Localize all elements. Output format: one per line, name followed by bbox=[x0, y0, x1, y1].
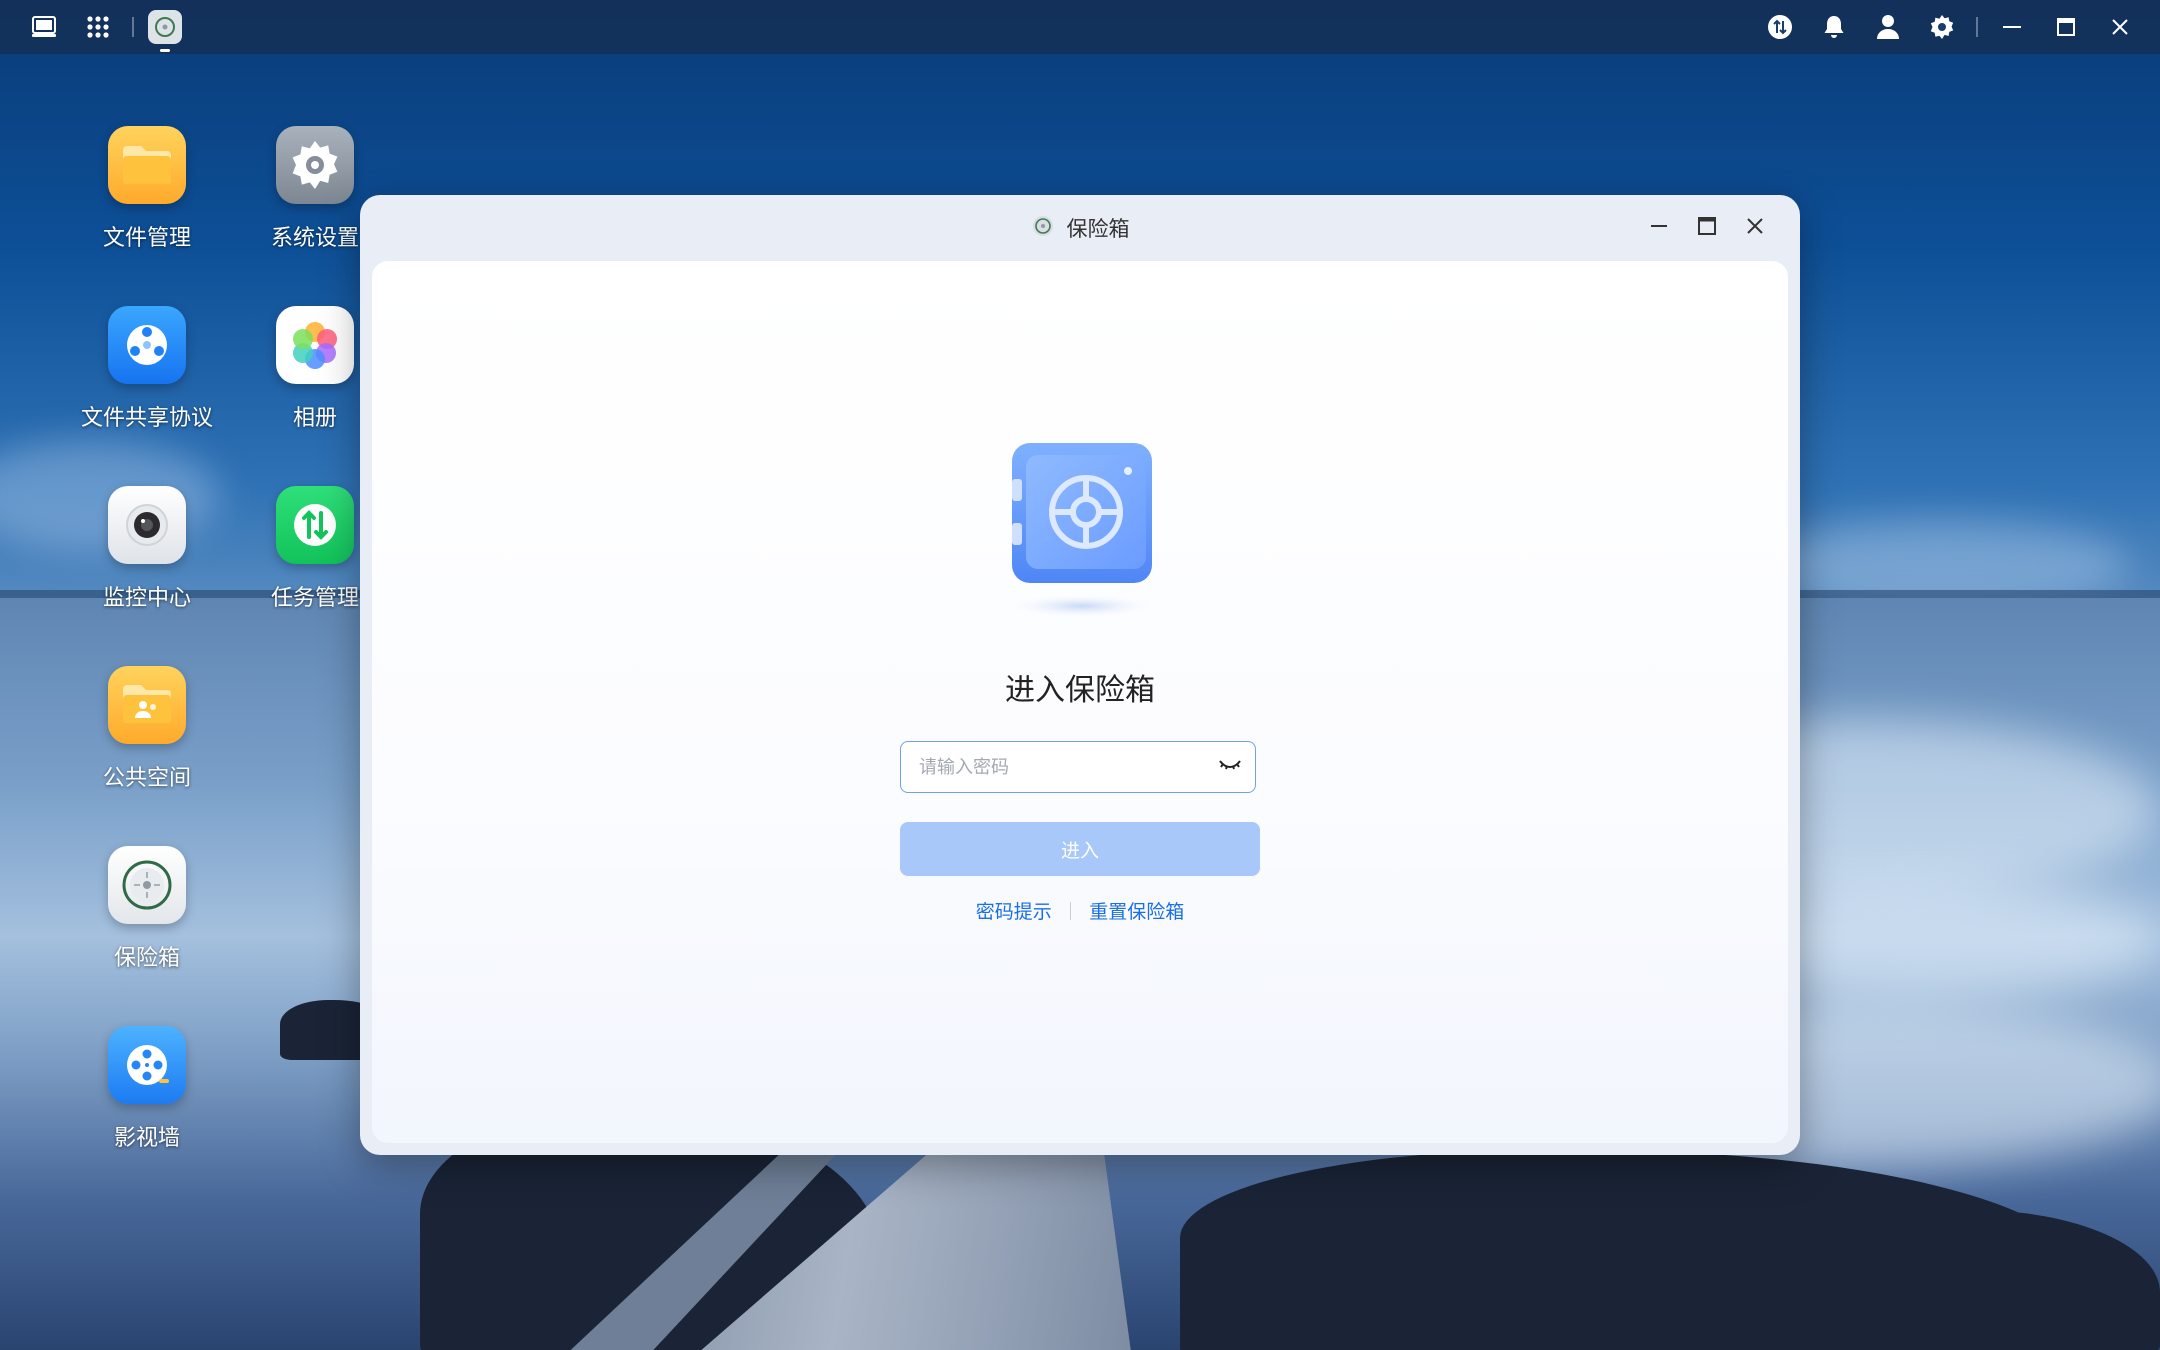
window-minimize-button[interactable] bbox=[1644, 213, 1674, 243]
safe-app-icon[interactable] bbox=[148, 10, 182, 52]
desktop-icon-label: 影视墙 bbox=[113, 1126, 180, 1151]
desktop-icon[interactable] bbox=[24, 7, 64, 47]
close-icon bbox=[1745, 216, 1765, 240]
password-input[interactable] bbox=[917, 742, 1221, 793]
desktop-icon-label: 监控中心 bbox=[102, 586, 191, 611]
desktop-shortcut-public-space[interactable]: 公共空间 bbox=[62, 666, 232, 792]
desktop-shortcut-video-wall[interactable]: 影视墙 bbox=[62, 1026, 232, 1152]
camera-icon bbox=[108, 486, 186, 564]
safe-window: 保险箱 进入保险箱 进入 密码提示 重置保险箱 bbox=[360, 195, 1800, 1155]
maximize-icon bbox=[1697, 216, 1717, 240]
window-titlebar[interactable]: 保险箱 bbox=[360, 195, 1800, 261]
share-protocol-icon bbox=[108, 306, 186, 384]
bell-icon[interactable] bbox=[1814, 7, 1854, 47]
desktop-icon-label: 任务管理 bbox=[270, 586, 359, 611]
minimize-icon[interactable] bbox=[1992, 7, 2032, 47]
shared-folder-icon bbox=[108, 666, 186, 744]
window-maximize-button[interactable] bbox=[1692, 213, 1722, 243]
app-grid-icon[interactable] bbox=[78, 7, 118, 47]
transfer-icon bbox=[276, 486, 354, 564]
taskbar-separator bbox=[132, 17, 134, 37]
desktop-shortcut-file-sharing[interactable]: 文件共享协议 bbox=[62, 306, 232, 432]
gear-icon[interactable] bbox=[1922, 7, 1962, 47]
desktop-icon-label: 文件管理 bbox=[102, 226, 191, 251]
password-field-container bbox=[900, 741, 1256, 793]
minimize-icon bbox=[1649, 216, 1669, 240]
desktop-shortcut-safe[interactable]: 保险箱 bbox=[62, 846, 232, 972]
password-hint-link[interactable]: 密码提示 bbox=[976, 897, 1052, 924]
desktop-icon-label: 系统设置 bbox=[270, 226, 359, 251]
page-heading: 进入保险箱 bbox=[1005, 673, 1155, 708]
safe-icon bbox=[108, 846, 186, 924]
window-close-button[interactable] bbox=[1740, 213, 1770, 243]
desktop-icon-label: 相册 bbox=[292, 406, 337, 431]
enter-button[interactable]: 进入 bbox=[900, 822, 1260, 876]
user-icon[interactable] bbox=[1868, 7, 1908, 47]
taskbar-separator bbox=[1976, 17, 1978, 37]
desktop-icon-label: 保险箱 bbox=[113, 946, 180, 971]
safe-illustration-icon bbox=[1008, 439, 1156, 619]
eye-closed-icon bbox=[1218, 757, 1242, 777]
reset-safe-link[interactable]: 重置保险箱 bbox=[1089, 897, 1184, 924]
window-title: 保险箱 bbox=[1066, 217, 1130, 241]
link-divider bbox=[1069, 901, 1072, 920]
desktop-icon-label: 公共空间 bbox=[102, 766, 191, 791]
top-taskbar bbox=[0, 0, 2160, 54]
desktop-icon-label: 文件共享协议 bbox=[80, 406, 213, 431]
transfer-icon[interactable] bbox=[1760, 7, 1800, 47]
help-links: 密码提示 重置保险箱 bbox=[372, 897, 1788, 924]
maximize-icon[interactable] bbox=[2046, 7, 2086, 47]
film-reel-icon bbox=[108, 1026, 186, 1104]
safe-app-icon bbox=[1031, 214, 1055, 242]
window-content: 进入保险箱 进入 密码提示 重置保险箱 bbox=[372, 261, 1788, 1143]
desktop-shortcut-monitoring-center[interactable]: 监控中心 bbox=[62, 486, 232, 612]
toggle-password-visibility-button[interactable] bbox=[1217, 755, 1243, 779]
folder-icon bbox=[108, 126, 186, 204]
photos-flower-icon bbox=[276, 306, 354, 384]
gear-icon bbox=[276, 126, 354, 204]
close-icon[interactable] bbox=[2100, 7, 2140, 47]
desktop-shortcut-file-manager[interactable]: 文件管理 bbox=[62, 126, 232, 252]
